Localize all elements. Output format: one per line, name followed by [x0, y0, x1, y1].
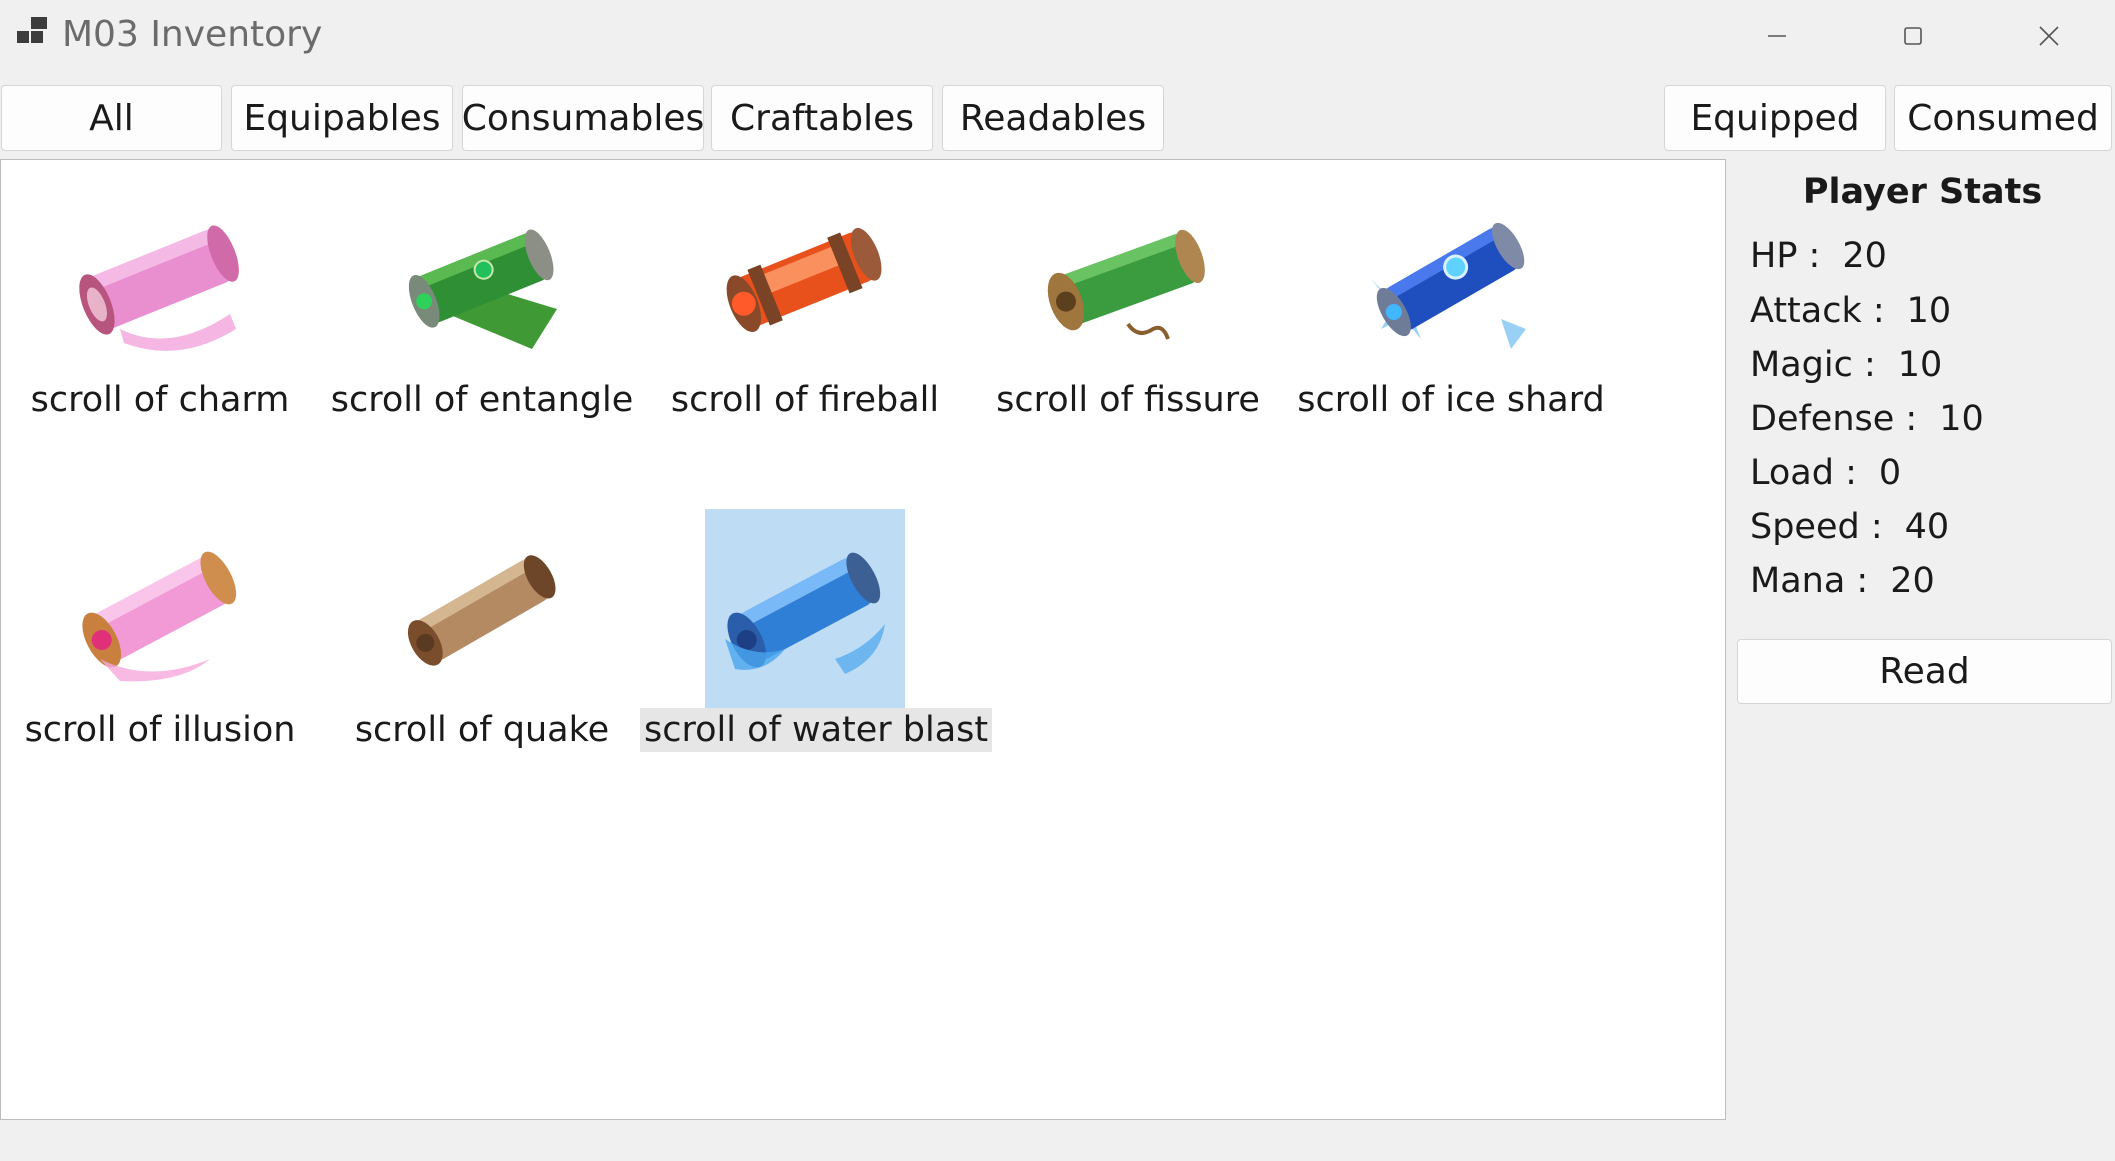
item-label: scroll of water blast: [640, 708, 993, 752]
tab-all[interactable]: All: [1, 85, 222, 151]
read-button[interactable]: Read: [1737, 639, 2112, 704]
item-label: scroll of entangle: [330, 380, 634, 420]
tab-craftables[interactable]: Craftables: [711, 85, 933, 151]
inventory-window: M03 Inventory All Equipables Consumables…: [0, 0, 2115, 1161]
inventory-item[interactable]: scroll of quake: [317, 504, 647, 804]
scroll-charm-icon: [79, 225, 239, 351]
minimize-icon: [1768, 35, 1786, 37]
tab-readables[interactable]: Readables: [942, 85, 1164, 151]
inventory-item[interactable]: scroll of fireball: [640, 174, 970, 474]
stat-mana: Mana :20: [1750, 561, 1935, 601]
stat-load: Load :0: [1750, 453, 1902, 493]
player-stats-title: Player Stats: [1802, 172, 2043, 212]
stat-hp: HP :20: [1750, 236, 1887, 276]
maximize-icon: [1904, 27, 1922, 45]
scroll-ice-shard-icon: [1371, 222, 1526, 349]
tab-equipped[interactable]: Equipped: [1664, 85, 1886, 151]
inventory-item[interactable]: scroll of fissure: [963, 174, 1293, 474]
inventory-item[interactable]: scroll of illusion: [0, 504, 325, 804]
tab-consumables[interactable]: Consumables: [462, 85, 704, 151]
inventory-item[interactable]: scroll of ice shard: [1286, 174, 1616, 474]
inventory-list: scroll of charm scroll of entangle scrol…: [0, 159, 1726, 1120]
item-label: scroll of quake: [354, 710, 610, 750]
item-label: scroll of fireball: [670, 380, 940, 420]
item-label: scroll of ice shard: [1297, 380, 1605, 420]
item-label: scroll of charm: [30, 380, 290, 420]
item-label: scroll of illusion: [24, 710, 296, 750]
inventory-item[interactable]: scroll of entangle: [317, 174, 647, 474]
window-title: M03 Inventory: [62, 14, 323, 55]
scroll-illusion-icon: [82, 551, 237, 682]
stat-magic: Magic :10: [1750, 345, 1943, 385]
scroll-water-blast-icon: [705, 509, 905, 709]
maximize-button[interactable]: [1847, 0, 1979, 72]
app-icon: [17, 17, 47, 43]
stat-speed: Speed :40: [1750, 507, 1950, 547]
inventory-item[interactable]: scroll of charm: [0, 174, 325, 474]
title-bar: M03 Inventory: [0, 0, 2115, 76]
scroll-fissure-icon: [1047, 229, 1205, 340]
minimize-button[interactable]: [1711, 0, 1843, 72]
tab-consumed[interactable]: Consumed: [1894, 85, 2112, 151]
scroll-entangle-icon: [408, 229, 557, 349]
scroll-quake-icon: [407, 555, 556, 666]
item-label: scroll of fissure: [996, 380, 1260, 420]
stat-attack: Attack :10: [1750, 291, 1952, 331]
tab-equipables[interactable]: Equipables: [231, 85, 453, 151]
close-button[interactable]: [1983, 0, 2115, 72]
close-icon: [2039, 26, 2059, 46]
scroll-fireball-icon: [726, 227, 882, 333]
inventory-item[interactable]: scroll of water blast: [640, 504, 993, 804]
stat-defense: Defense :10: [1750, 399, 1984, 439]
